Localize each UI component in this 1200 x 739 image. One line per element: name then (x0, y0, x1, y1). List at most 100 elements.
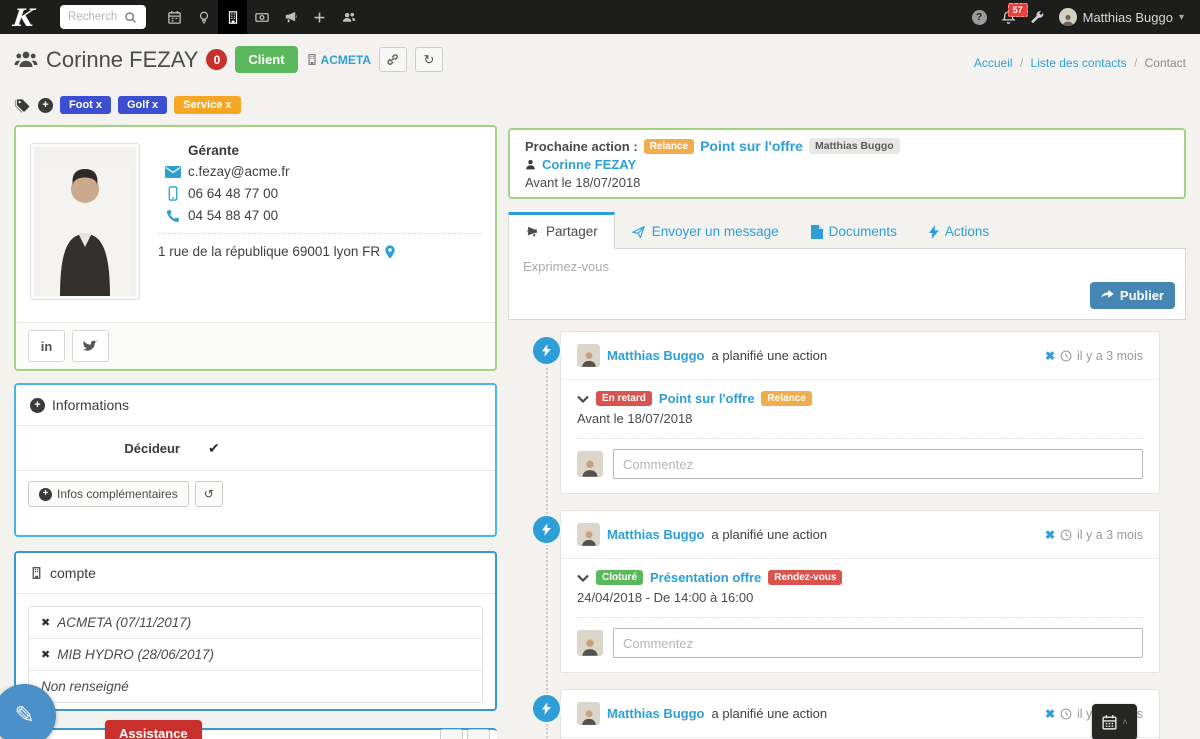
compte-list: ✖ ACMETA (07/11/2017) ✖ MIB HYDRO (28/06… (28, 606, 483, 703)
building-small-icon (306, 53, 318, 66)
megaphone-icon[interactable] (276, 0, 305, 34)
app-logo[interactable]: K (0, 0, 50, 34)
event-text: a planifié une action (712, 348, 828, 363)
contact-mobile[interactable]: 06 64 48 77 00 (188, 186, 278, 201)
check-icon: ✔ (208, 440, 220, 457)
compte-list-item[interactable]: ✖ MIB HYDRO (28/06/2017) (29, 639, 482, 671)
infos-complementaires-button[interactable]: + Infos complémentaires (28, 481, 189, 507)
calendar-icon[interactable] (160, 0, 189, 34)
caret-down-icon: ▾ (1179, 12, 1184, 23)
author-avatar (577, 702, 600, 725)
dismiss-icon[interactable]: ✖ (1045, 528, 1055, 542)
help-icon[interactable]: ? (972, 10, 987, 25)
time-ago: il y a 3 mois (1077, 528, 1143, 542)
paper-plane-icon (631, 225, 646, 239)
author-link[interactable]: Matthias Buggo (607, 527, 705, 542)
expand-informations-icon[interactable]: + (30, 398, 45, 413)
tab-documents[interactable]: Documents (795, 215, 913, 248)
twitter-button[interactable] (72, 330, 109, 362)
breadcrumb-contacts-list[interactable]: Liste des contacts (1031, 56, 1127, 70)
linkedin-button[interactable]: in (28, 330, 65, 362)
linkedin-icon: in (41, 339, 53, 354)
next-action-title-link[interactable]: Point sur l'offre (700, 138, 803, 154)
tab-bar: Partager Envoyer un message Documents Ac… (508, 212, 1186, 249)
history-icon: ↺ (204, 487, 214, 501)
action-title-link[interactable]: Présentation offre (650, 570, 761, 585)
wrench-icon[interactable] (1030, 10, 1045, 25)
building-icon[interactable] (218, 0, 247, 34)
user-menu[interactable]: Matthias Buggo ▾ (1059, 8, 1184, 26)
publish-button[interactable]: Publier (1090, 282, 1175, 309)
clock-icon (1060, 350, 1072, 362)
contact-photo[interactable] (30, 143, 140, 300)
next-action-contact-link[interactable]: Corinne FEZAY (542, 157, 636, 172)
assistance-panel: Assistance (14, 728, 497, 739)
lightbulb-icon[interactable] (189, 0, 218, 34)
compte-list-item: Non renseigné (29, 671, 482, 702)
tag-foot[interactable]: Foot x (60, 96, 111, 114)
dismiss-icon[interactable]: ✖ (1045, 707, 1055, 721)
refresh-button[interactable]: ↻ (415, 47, 443, 72)
compte-list-item[interactable]: ✖ ACMETA (07/11/2017) (29, 607, 482, 639)
phone-icon (158, 209, 188, 223)
contact-phone[interactable]: 04 54 88 47 00 (188, 208, 278, 223)
panel-mini-button[interactable] (467, 729, 490, 739)
calendar-quick-widget[interactable]: ˄ (1092, 704, 1137, 739)
refresh-icon: ↻ (424, 52, 435, 68)
map-marker-icon[interactable] (385, 245, 395, 259)
search-input[interactable] (68, 11, 124, 23)
author-link[interactable]: Matthias Buggo (607, 348, 705, 363)
tab-envoyer-message[interactable]: Envoyer un message (615, 215, 795, 248)
top-navbar: K ? 57 (0, 0, 1200, 34)
add-tag-button[interactable]: + (38, 98, 53, 113)
action-type-badge: Rendez-vous (768, 570, 842, 585)
assistance-button[interactable]: Assistance (105, 720, 202, 739)
share-composer[interactable]: Exprimez-vous Publier (508, 249, 1186, 320)
author-avatar (577, 344, 600, 367)
opportunity-count-badge[interactable]: 0 (206, 49, 227, 70)
plus-icon[interactable] (305, 0, 334, 34)
chevron-down-icon[interactable] (577, 395, 589, 403)
commenter-avatar (577, 630, 603, 656)
navbar-right: ? 57 Matthias Buggo ▾ (972, 8, 1200, 26)
clock-icon (1060, 708, 1072, 720)
action-owner-badge: Matthias Buggo (809, 138, 900, 154)
commenter-avatar (577, 451, 603, 477)
chevron-up-icon: ˄ (1122, 717, 1127, 727)
link-button[interactable] (379, 47, 407, 72)
company-link[interactable]: ACMETA (306, 53, 371, 67)
next-action-label: Prochaine action : (525, 139, 638, 154)
tab-actions[interactable]: Actions (913, 215, 1005, 248)
history-button[interactable]: ↺ (195, 481, 223, 507)
action-type-badge: Relance (761, 391, 811, 406)
author-link[interactable]: Matthias Buggo (607, 706, 705, 721)
timeline-item: Matthias Buggo a planifié une action ✖ i… (508, 510, 1186, 673)
building-small-icon (30, 566, 43, 580)
user-avatar (1059, 8, 1077, 26)
users-group-icon[interactable] (334, 0, 363, 34)
remove-icon[interactable]: ✖ (41, 648, 50, 661)
comment-input[interactable] (613, 628, 1143, 658)
notifications-bell[interactable]: 57 (1001, 10, 1016, 25)
file-icon (811, 225, 823, 239)
chevron-down-icon[interactable] (577, 574, 589, 582)
breadcrumb-separator: / (1020, 56, 1023, 70)
comment-input[interactable] (613, 449, 1143, 479)
contact-email[interactable]: c.fezay@acme.fr (188, 164, 289, 179)
tag-golf[interactable]: Golf x (118, 96, 167, 114)
banknote-icon[interactable] (247, 0, 276, 34)
activity-timeline: Matthias Buggo a planifié une action ✖ i… (508, 331, 1186, 739)
action-title-link[interactable]: Point sur l'offre (659, 391, 755, 406)
tag-service[interactable]: Service x (174, 96, 240, 114)
client-status-button[interactable]: Client (235, 46, 297, 73)
tab-partager[interactable]: Partager (508, 212, 615, 249)
panel-mini-button[interactable] (440, 729, 463, 739)
breadcrumb-home[interactable]: Accueil (974, 56, 1013, 70)
megaphone-icon (525, 225, 540, 239)
remove-icon[interactable]: ✖ (41, 616, 50, 629)
contact-card: Gérante c.fezay@acme.fr 06 64 48 77 00 (14, 125, 497, 371)
bolt-icon (929, 225, 939, 239)
next-action-panel: Prochaine action : Relance Point sur l'o… (508, 128, 1186, 199)
global-search[interactable] (60, 5, 146, 29)
dismiss-icon[interactable]: ✖ (1045, 349, 1055, 363)
